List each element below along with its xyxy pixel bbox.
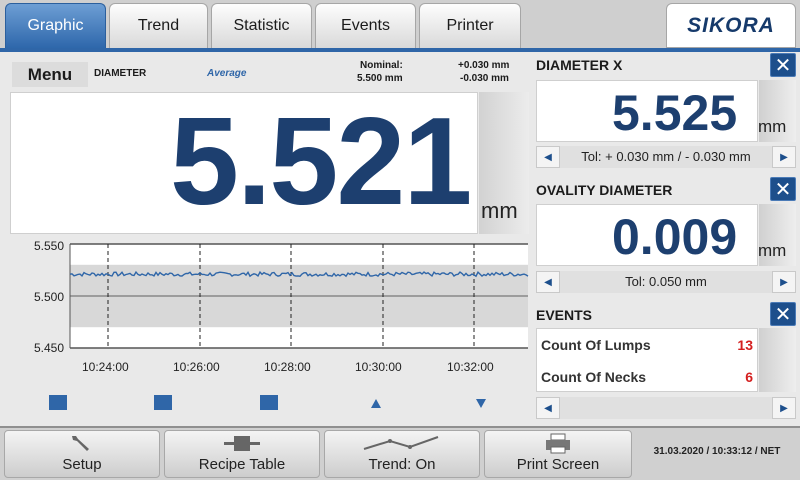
events-nav-row: ◀ ▶ xyxy=(536,397,796,419)
recipe-icon xyxy=(224,436,260,451)
trend-line-icon xyxy=(363,436,439,450)
diameter-x-tolerance: Tol: + 0.030 mm / - 0.030 mm xyxy=(581,149,751,164)
menu-button[interactable]: Menu xyxy=(12,62,88,87)
trend-toggle-label: Trend: On xyxy=(368,456,436,473)
tolerance-minus: -0.030 mm xyxy=(460,73,509,84)
tab-statistic[interactable]: Statistic xyxy=(211,3,312,48)
recipe-table-label: Recipe Table xyxy=(198,456,286,473)
list-item: Count Of Necks 6 xyxy=(541,365,753,389)
ovality-tolerance-row: ◀ Tol: 0.050 mm ▶ xyxy=(536,271,796,293)
event-label: Count Of Necks xyxy=(541,369,647,385)
cursor-marker-2[interactable] xyxy=(150,394,176,411)
nominal-value: 5.500 mm xyxy=(357,73,403,84)
cursor-marker-3[interactable] xyxy=(256,394,282,411)
list-item: Count Of Lumps 13 xyxy=(541,333,753,357)
ovality-next-button[interactable]: ▶ xyxy=(772,271,796,293)
x-tick-label: 10:24:00 xyxy=(82,360,129,374)
measure-label: DIAMETER xyxy=(94,68,147,79)
diameter-x-value: 5.525 xyxy=(612,85,738,141)
tab-underline xyxy=(0,48,800,52)
event-count: 6 xyxy=(745,369,753,385)
events-scrollbar[interactable] xyxy=(759,328,796,392)
trend-toggle-button[interactable]: Trend: On xyxy=(324,430,480,478)
print-screen-button[interactable]: Print Screen xyxy=(484,430,632,478)
ovality-title: OVALITY DIAMETER xyxy=(536,182,673,198)
events-next-button[interactable]: ▶ xyxy=(772,397,796,419)
x-tick-label: 10:26:00 xyxy=(173,360,220,374)
scroll-down-icon[interactable] xyxy=(476,399,486,408)
ovality-tolerance: Tol: 0.050 mm xyxy=(625,274,707,289)
diameter-x-close-button[interactable]: ✕ xyxy=(770,53,796,77)
ovality-unit: mm xyxy=(758,241,787,260)
ovality-close-button[interactable]: ✕ xyxy=(770,177,796,201)
wrench-icon xyxy=(72,436,89,451)
events-title: EVENTS xyxy=(536,307,593,323)
setup-button[interactable]: Setup xyxy=(4,430,160,478)
tab-printer[interactable]: Printer xyxy=(419,3,521,48)
x-tick-label: 10:30:00 xyxy=(355,360,402,374)
main-diameter-value: 5.521 xyxy=(170,93,472,231)
tab-graphic[interactable]: Graphic xyxy=(5,3,106,48)
y-tick-label: 5.500 xyxy=(34,290,64,304)
mode-label: Average xyxy=(207,68,247,79)
diameter-x-title: DIAMETER X xyxy=(536,57,623,73)
diameter-x-next-button[interactable]: ▶ xyxy=(772,146,796,168)
tab-trend[interactable]: Trend xyxy=(109,3,208,48)
event-count: 13 xyxy=(737,337,753,353)
event-label: Count Of Lumps xyxy=(541,337,651,353)
y-tick-label: 5.550 xyxy=(34,239,64,253)
events-prev-button[interactable]: ◀ xyxy=(536,397,560,419)
trend-chart: 5.550 5.500 5.450 10:24:00 10:26:00 10:2… xyxy=(34,239,529,374)
x-tick-label: 10:32:00 xyxy=(447,360,494,374)
diameter-x-tolerance-row: ◀ Tol: + 0.030 mm / - 0.030 mm ▶ xyxy=(536,146,796,168)
diameter-x-prev-button[interactable]: ◀ xyxy=(536,146,560,168)
nominal-label: Nominal: xyxy=(360,60,403,71)
ovality-value: 0.009 xyxy=(612,209,738,265)
events-close-button[interactable]: ✕ xyxy=(770,302,796,326)
printer-icon xyxy=(546,433,570,454)
ovality-prev-button[interactable]: ◀ xyxy=(536,271,560,293)
x-tick-label: 10:28:00 xyxy=(264,360,311,374)
status-datetime: 31.03.2020 / 10:33:12 / NET xyxy=(653,446,781,457)
sikora-logo: SIKORA xyxy=(666,3,796,48)
cursor-marker-1[interactable] xyxy=(45,394,71,411)
tolerance-plus: +0.030 mm xyxy=(458,60,510,71)
y-tick-label: 5.450 xyxy=(34,341,64,355)
diameter-x-unit: mm xyxy=(758,117,787,136)
scroll-up-icon[interactable] xyxy=(371,399,381,408)
recipe-table-button[interactable]: Recipe Table xyxy=(164,430,320,478)
events-list: Count Of Lumps 13 Count Of Necks 6 xyxy=(536,328,758,392)
print-screen-label: Print Screen xyxy=(516,456,600,473)
setup-label: Setup xyxy=(62,456,102,473)
tab-events[interactable]: Events xyxy=(315,3,416,48)
main-diameter-unit: mm xyxy=(481,198,518,223)
